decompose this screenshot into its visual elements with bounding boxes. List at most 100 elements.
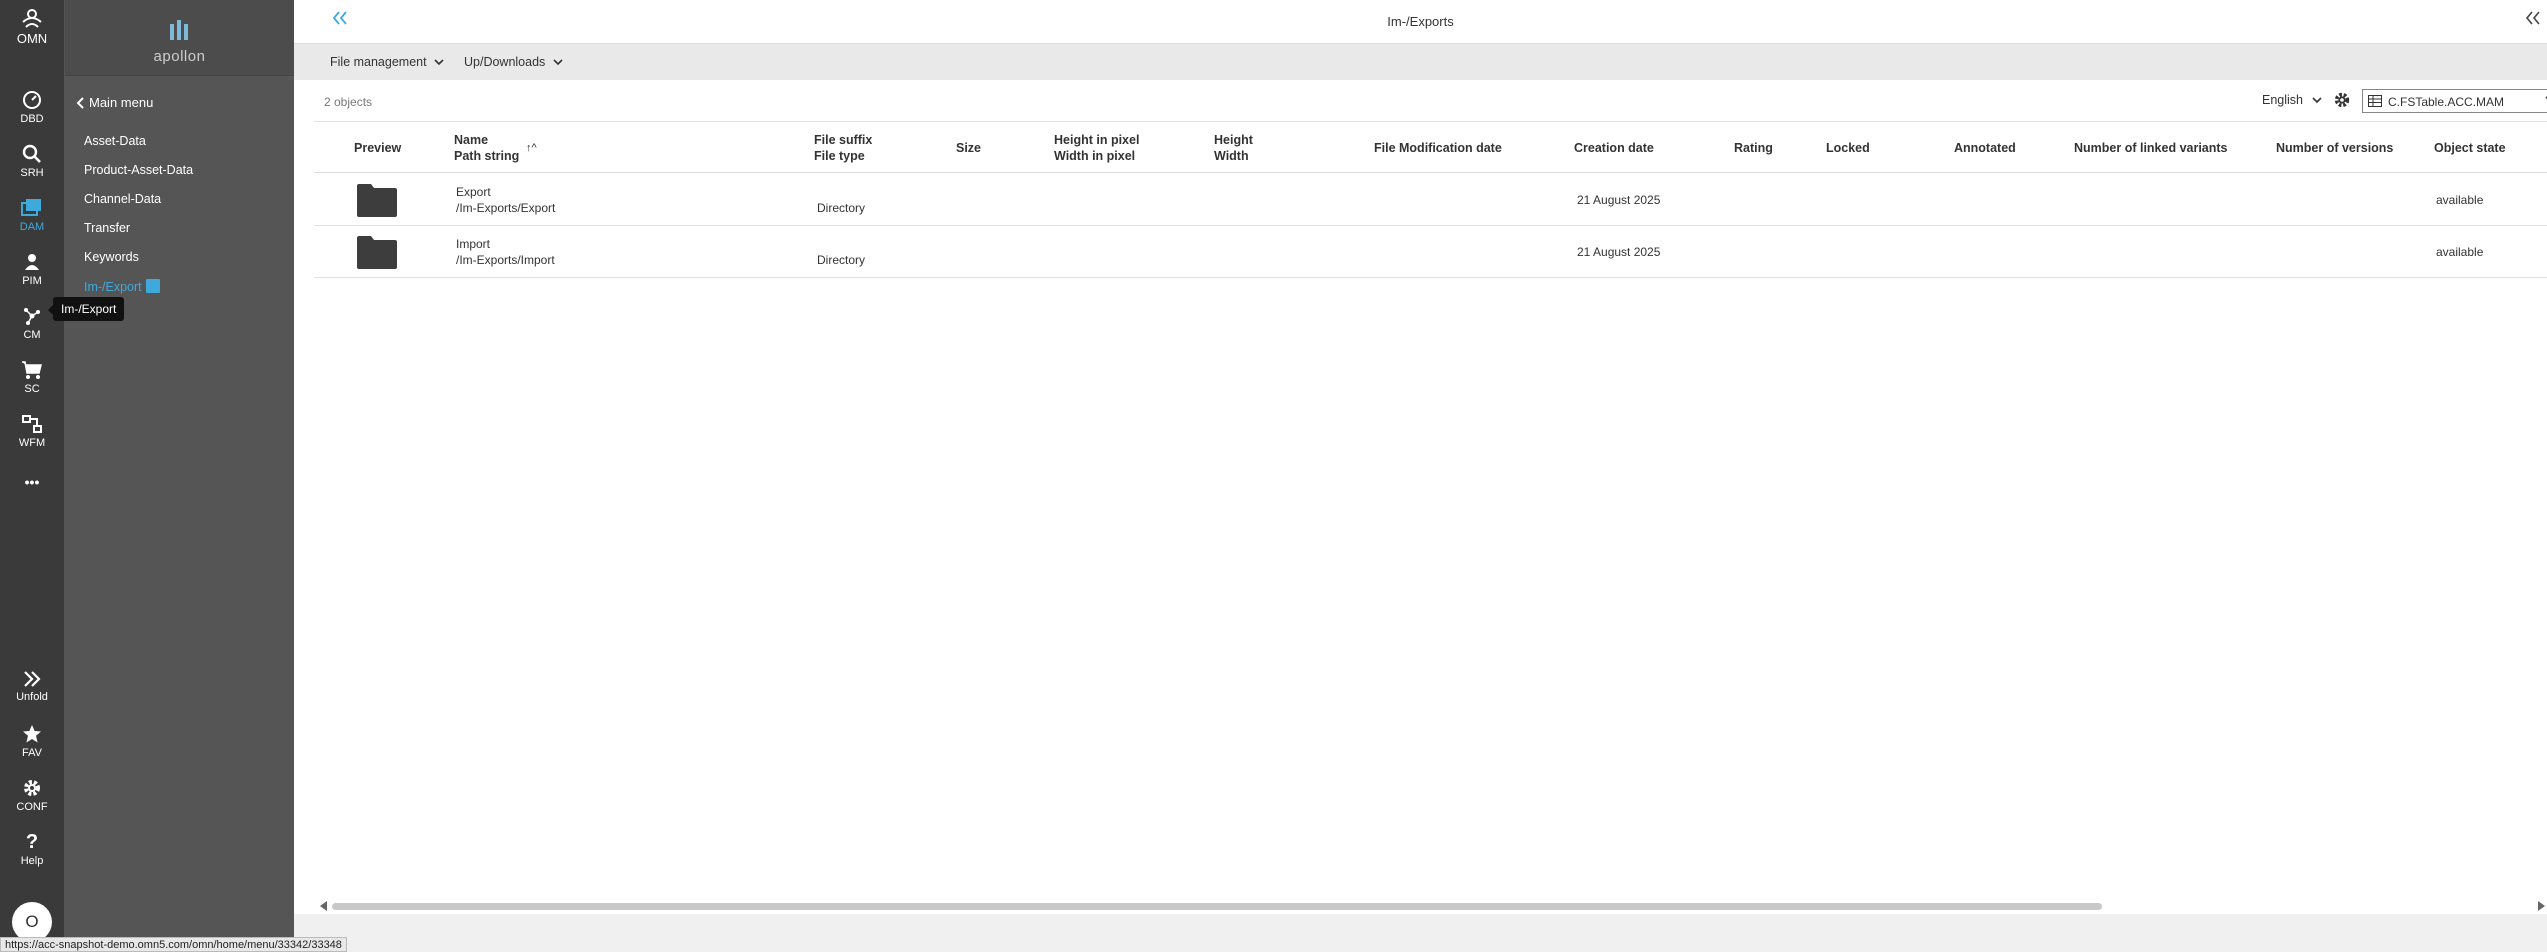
col-file-type[interactable]: File type bbox=[814, 148, 865, 164]
row-object-state: available bbox=[2436, 245, 2484, 259]
row-path: /Im-Exports/Import bbox=[456, 253, 555, 267]
row-file-type: Directory bbox=[817, 201, 866, 215]
topbar: Im-/Exports bbox=[294, 0, 2547, 44]
row-creation-date: 21 August 2025 bbox=[1577, 245, 1661, 259]
table-icon bbox=[2368, 95, 2382, 107]
folder-icon bbox=[357, 236, 397, 269]
rail-item-help[interactable]: ? Help bbox=[0, 832, 64, 867]
col-preview[interactable]: Preview bbox=[354, 140, 401, 156]
sort-indicator-icon[interactable]: ↑^ bbox=[526, 140, 537, 156]
col-size[interactable]: Size bbox=[956, 140, 981, 156]
collapse-panel-icon[interactable] bbox=[2525, 11, 2541, 25]
main-area: Im-/Exports File management Up/Downloads… bbox=[294, 0, 2547, 952]
main-menu-back[interactable]: Main menu bbox=[65, 88, 294, 116]
rail-label-dam: DAM bbox=[19, 221, 45, 233]
unfold-icon bbox=[24, 671, 41, 687]
rail-item-wfm[interactable]: WFM bbox=[0, 414, 64, 449]
scrollbar-thumb[interactable] bbox=[332, 903, 2102, 910]
table-row[interactable]: Export /Im-Exports/Export Directory 21 A… bbox=[314, 174, 2547, 226]
rail-label-dbd: DBD bbox=[20, 113, 44, 125]
col-file-suffix[interactable]: File suffix bbox=[814, 132, 872, 148]
scroll-right-icon[interactable] bbox=[2537, 901, 2545, 911]
col-rating[interactable]: Rating bbox=[1734, 140, 1773, 156]
rail-item-dbd[interactable]: DBD bbox=[0, 90, 64, 125]
menu-item-keywords[interactable]: Keywords bbox=[84, 250, 139, 264]
row-file-type: Directory bbox=[817, 253, 866, 267]
page-title: Im-/Exports bbox=[1387, 14, 1454, 29]
rail-item-srh[interactable]: SRH bbox=[0, 144, 64, 179]
table-row[interactable]: Import /Im-Exports/Import Directory 21 A… bbox=[314, 226, 2547, 278]
menu-item-im-export-label: Im-/Export bbox=[84, 280, 142, 294]
search-icon bbox=[22, 144, 41, 163]
row-object-state: available bbox=[2436, 193, 2484, 207]
folder-icon bbox=[357, 184, 397, 217]
dam-icon bbox=[21, 199, 41, 216]
up-downloads-label: Up/Downloads bbox=[464, 55, 546, 69]
col-path[interactable]: Path string bbox=[454, 148, 519, 164]
rail-label-sc: SC bbox=[24, 383, 40, 395]
col-creation-date[interactable]: Creation date bbox=[1574, 140, 1654, 156]
file-management-menu[interactable]: File management bbox=[330, 55, 444, 69]
table-settings-gear-icon[interactable] bbox=[2333, 91, 2351, 109]
scroll-left-icon[interactable] bbox=[320, 901, 328, 911]
omn-logo-icon bbox=[22, 9, 42, 28]
col-width-px[interactable]: Width in pixel bbox=[1054, 148, 1135, 164]
rail-item-pim[interactable]: PIM bbox=[0, 252, 64, 287]
col-linked-variants[interactable]: Number of linked variants bbox=[2074, 140, 2228, 156]
row-name: Export bbox=[456, 185, 491, 199]
row-name: Import bbox=[456, 237, 491, 251]
table-config-select[interactable]: C.FSTable.ACC.MAM bbox=[2362, 89, 2547, 113]
cart-icon bbox=[22, 361, 42, 379]
file-management-label: File management bbox=[330, 55, 427, 69]
help-icon: ? bbox=[25, 831, 39, 853]
up-downloads-menu[interactable]: Up/Downloads bbox=[464, 55, 563, 69]
external-link-icon bbox=[145, 279, 160, 293]
chevron-down-icon bbox=[2312, 97, 2323, 104]
apollon-logo-icon bbox=[170, 20, 188, 40]
rail-item-conf[interactable]: CONF bbox=[0, 778, 64, 813]
col-versions[interactable]: Number of versions bbox=[2276, 140, 2393, 156]
bottom-strip bbox=[294, 914, 2547, 952]
menu-item-channel-data[interactable]: Channel-Data bbox=[84, 192, 161, 206]
rail-label-help: Help bbox=[20, 855, 44, 867]
omn-logo[interactable]: OMN bbox=[0, 8, 64, 46]
star-icon bbox=[23, 725, 41, 743]
more-button[interactable]: ••• bbox=[0, 474, 64, 490]
workflow-icon bbox=[22, 415, 42, 433]
chevron-down-icon bbox=[434, 59, 444, 66]
rail-label-unfold: Unfold bbox=[16, 691, 48, 703]
language-select[interactable]: English bbox=[2262, 93, 2323, 107]
tooltip: Im-/Export bbox=[47, 297, 125, 321]
brand-header: apollon bbox=[65, 0, 294, 76]
col-file-mod-date[interactable]: File Modification date bbox=[1374, 140, 1502, 156]
rail-label-conf: CONF bbox=[16, 801, 48, 813]
rail-item-sc[interactable]: SC bbox=[0, 360, 64, 395]
dashboard-icon bbox=[23, 91, 41, 109]
file-table: Preview Name Path string ↑^ File suffix … bbox=[314, 123, 2547, 903]
menu-item-asset-data[interactable]: Asset-Data bbox=[84, 134, 146, 148]
horizontal-scrollbar[interactable] bbox=[314, 898, 2547, 914]
menu-item-transfer[interactable]: Transfer bbox=[84, 221, 130, 235]
menu-item-im-export[interactable]: Im-/Export bbox=[84, 279, 160, 294]
rail-item-unfold[interactable]: Unfold bbox=[0, 670, 64, 703]
row-path: /Im-Exports/Export bbox=[456, 201, 556, 215]
rail-label-srh: SRH bbox=[20, 167, 44, 179]
menu-item-product-asset-data[interactable]: Product-Asset-Data bbox=[84, 163, 193, 177]
language-value: English bbox=[2262, 93, 2303, 107]
rail-item-dam[interactable]: DAM bbox=[0, 198, 64, 233]
col-height[interactable]: Height bbox=[1214, 132, 1253, 148]
object-count: 2 objects bbox=[324, 95, 373, 109]
col-object-state[interactable]: Object state bbox=[2434, 140, 2506, 156]
col-name[interactable]: Name bbox=[454, 132, 488, 148]
col-height-px[interactable]: Height in pixel bbox=[1054, 132, 1139, 148]
omn-logo-label: OMN bbox=[16, 31, 48, 46]
avatar[interactable]: O bbox=[12, 902, 52, 942]
icon-rail: OMN DBD SRH DAM PIM CM SC WFM ••• Unfold… bbox=[0, 0, 64, 952]
col-width[interactable]: Width bbox=[1214, 148, 1249, 164]
rail-label-cm: CM bbox=[23, 329, 41, 341]
rail-item-fav[interactable]: FAV bbox=[0, 724, 64, 759]
brand-name: apollon bbox=[153, 48, 206, 65]
col-locked[interactable]: Locked bbox=[1826, 140, 1870, 156]
object-bar: 2 objects English C.FSTable.ACC.MAM bbox=[314, 80, 2547, 122]
col-annotated[interactable]: Annotated bbox=[1954, 140, 2016, 156]
